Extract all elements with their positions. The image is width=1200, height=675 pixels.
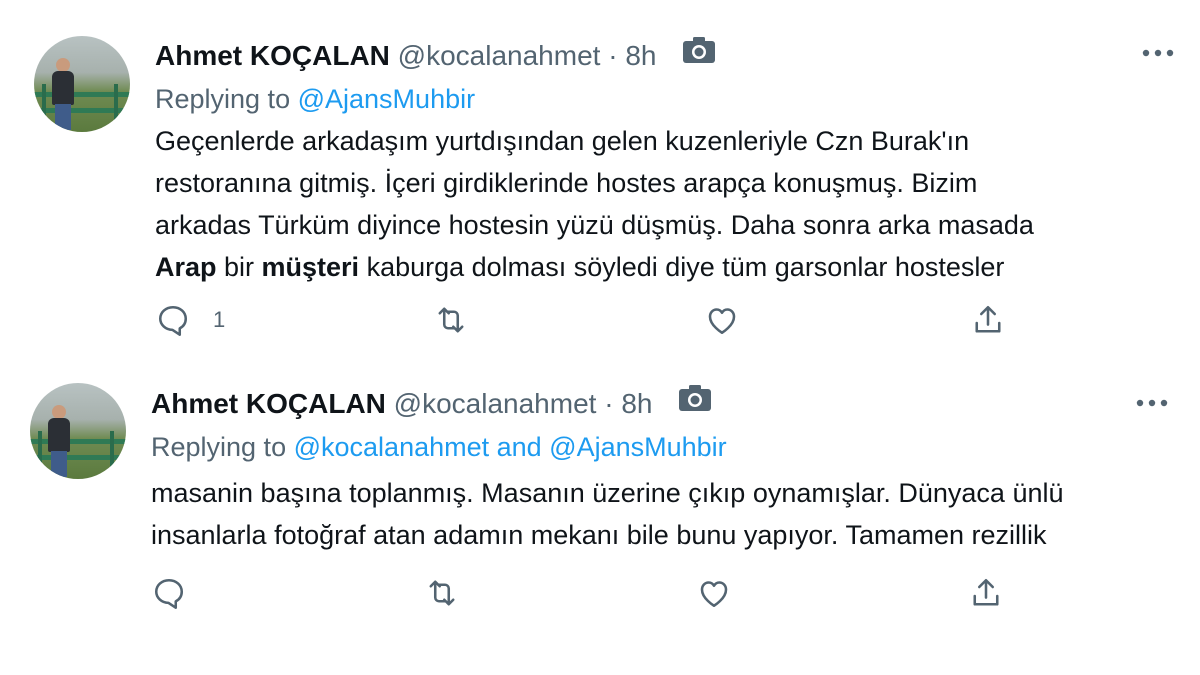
share-icon — [973, 578, 999, 606]
heart-icon — [700, 581, 728, 608]
tweet-header: Ahmet KOÇALAN @kocalanahmet · 8h — [155, 36, 716, 76]
replying-to: Replying to @AjansMuhbir — [155, 82, 475, 116]
tweet-text: masanin başına toplanmış. Masanın üzerin… — [151, 472, 1064, 556]
author-handle[interactable]: @kocalanahmet — [398, 40, 601, 71]
author-handle[interactable]: @kocalanahmet — [394, 388, 597, 419]
share-button[interactable] — [970, 300, 1006, 340]
separator-dot: · — [608, 40, 618, 71]
tweet[interactable]: Ahmet KOÇALAN @kocalanahmet · 8h Replyin… — [0, 365, 1200, 675]
share-icon — [975, 305, 1001, 333]
like-button[interactable] — [696, 573, 732, 613]
avatar[interactable] — [30, 383, 126, 479]
reply-button[interactable] — [151, 573, 209, 613]
separator-dot: · — [604, 388, 614, 419]
retweet-icon — [429, 580, 455, 606]
tweet-line: arkadas Türküm diyince hostesin yüzü düş… — [155, 210, 1034, 240]
mention-link[interactable]: @AjansMuhbir — [298, 84, 475, 114]
tweet-text: Geçenlerde arkadaşım yurtdışından gelen … — [155, 120, 1034, 288]
timestamp[interactable]: 8h — [625, 40, 656, 71]
tweet-line: insanlarla fotoğraf atan adamın mekanı b… — [151, 520, 1047, 550]
replying-to: Replying to @kocalanahmet and @AjansMuhb… — [151, 430, 727, 464]
camera-icon — [678, 384, 712, 420]
retweet-button[interactable] — [424, 573, 460, 613]
more-options-icon[interactable] — [1138, 43, 1178, 63]
more-options-icon[interactable] — [1132, 393, 1172, 413]
mention-link[interactable]: @kocalanahmet and @AjansMuhbir — [294, 432, 727, 462]
retweet-icon — [438, 307, 464, 333]
camera-icon — [682, 36, 716, 72]
author-name[interactable]: Ahmet KOÇALAN — [155, 40, 390, 71]
tweet[interactable]: Ahmet KOÇALAN @kocalanahmet · 8h Replyin… — [0, 0, 1200, 365]
timestamp[interactable]: 8h — [621, 388, 652, 419]
heart-icon — [708, 308, 736, 335]
retweet-button[interactable] — [433, 300, 469, 340]
author-name[interactable]: Ahmet KOÇALAN — [151, 388, 386, 419]
reply-count: 1 — [213, 307, 226, 332]
replying-prefix: Replying to — [151, 432, 287, 462]
share-button[interactable] — [968, 573, 1004, 613]
tweet-line: masanin başına toplanmış. Masanın üzerin… — [151, 478, 1064, 508]
like-button[interactable] — [704, 300, 740, 340]
avatar[interactable] — [34, 36, 130, 132]
reply-button[interactable]: 1 — [155, 300, 225, 340]
replying-prefix: Replying to — [155, 84, 291, 114]
tweet-line: Geçenlerde arkadaşım yurtdışından gelen … — [155, 126, 970, 156]
reply-icon — [154, 578, 184, 609]
tweet-line: Arap bir müşteri kaburga dolması söyledi… — [155, 252, 1005, 282]
reply-icon — [158, 305, 188, 336]
tweet-header: Ahmet KOÇALAN @kocalanahmet · 8h — [151, 384, 712, 424]
tweet-line: restoranına gitmiş. İçeri girdiklerinde … — [155, 168, 978, 198]
